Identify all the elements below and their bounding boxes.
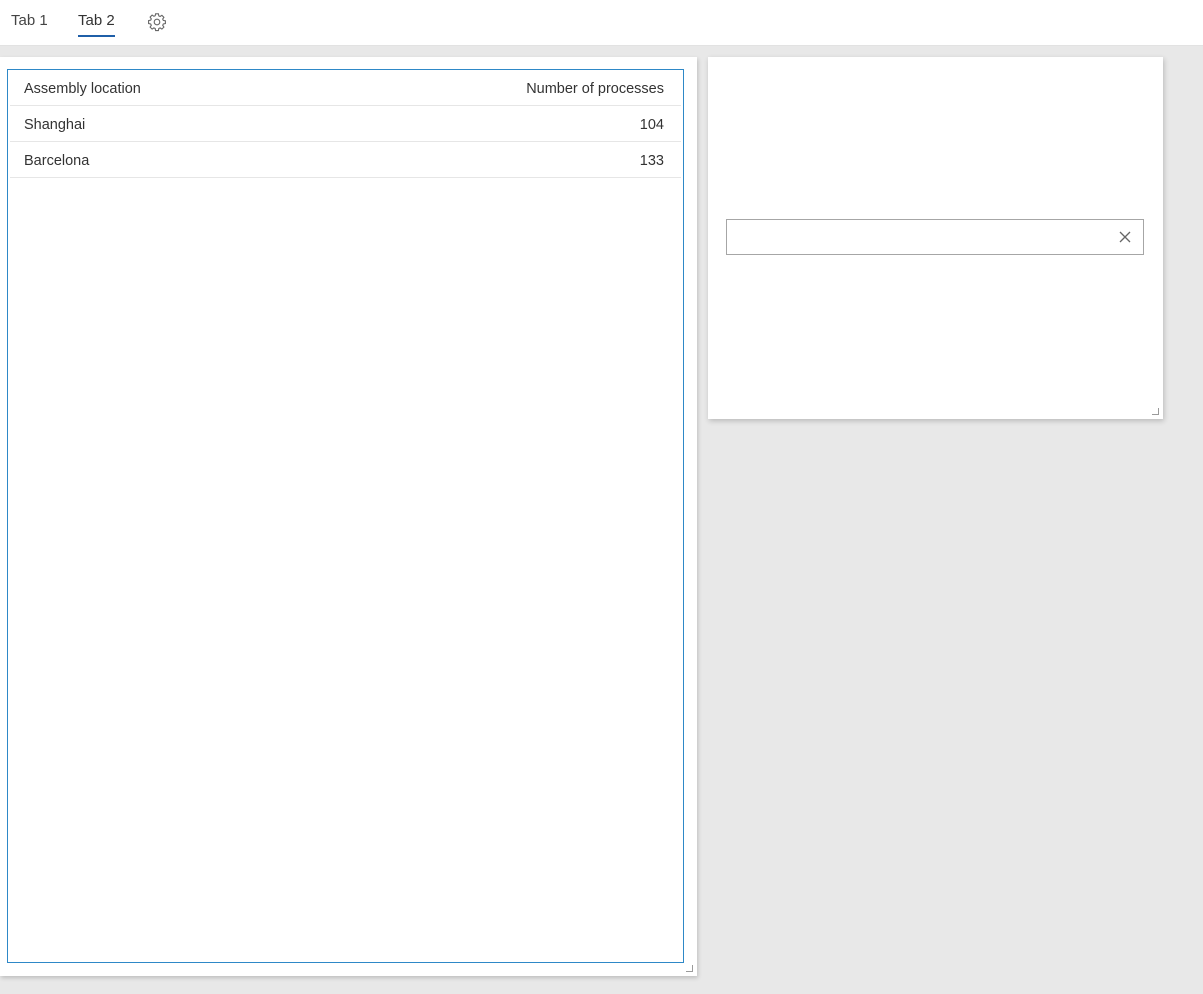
- table-header-row: Assembly location Number of processes: [10, 70, 681, 106]
- data-table: Assembly location Number of processes Sh…: [7, 69, 684, 963]
- column-header-assembly-location[interactable]: Assembly location: [24, 81, 141, 97]
- tab-2[interactable]: Tab 2: [78, 12, 115, 37]
- gear-icon[interactable]: [147, 12, 167, 32]
- tab-1[interactable]: Tab 1: [11, 12, 48, 37]
- filter-panel: [708, 57, 1163, 419]
- cell-process-count: 133: [639, 153, 664, 169]
- column-header-number-of-processes[interactable]: Number of processes: [526, 81, 664, 97]
- filter-input[interactable]: [735, 226, 1109, 250]
- cell-location: Barcelona: [24, 153, 90, 169]
- cell-process-count: 104: [639, 117, 664, 133]
- resize-handle[interactable]: [1152, 408, 1159, 415]
- resize-handle[interactable]: [686, 965, 693, 972]
- table-panel: Assembly location Number of processes Sh…: [0, 57, 697, 976]
- table-row[interactable]: Barcelona 133: [10, 142, 681, 178]
- table-row[interactable]: Shanghai 104: [10, 106, 681, 142]
- cell-location: Shanghai: [24, 117, 86, 133]
- filter-input-box[interactable]: [726, 219, 1144, 255]
- close-icon[interactable]: [1117, 229, 1133, 245]
- tab-bar: Tab 1 Tab 2: [0, 0, 1203, 46]
